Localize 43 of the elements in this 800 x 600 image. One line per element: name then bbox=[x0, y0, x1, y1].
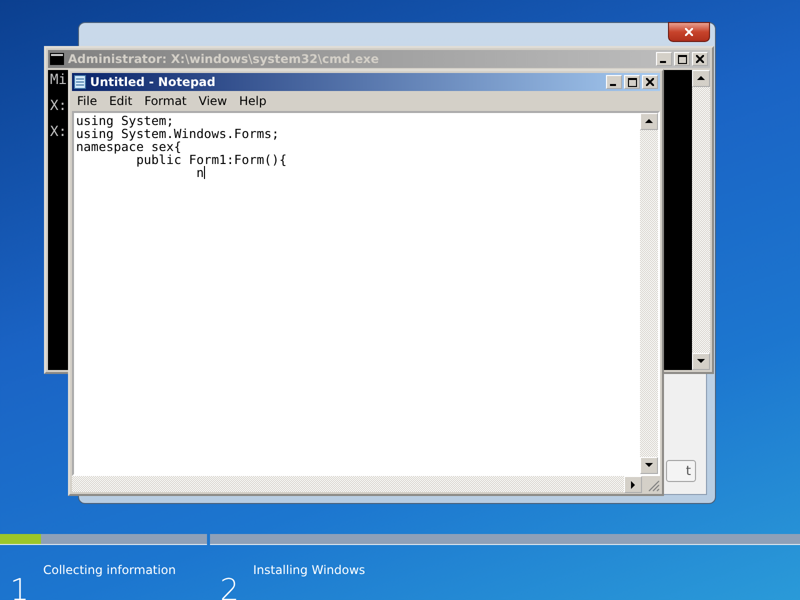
maximize-button[interactable] bbox=[674, 52, 690, 66]
menu-item[interactable]: File bbox=[72, 93, 102, 109]
console-line: X: bbox=[50, 98, 67, 114]
code-line: namespace sex{ bbox=[76, 140, 182, 153]
code-line: public Form1:Form(){ bbox=[136, 153, 287, 166]
console-line: X: bbox=[50, 124, 67, 140]
minimize-button[interactable] bbox=[606, 75, 622, 89]
scrollbar[interactable] bbox=[640, 113, 658, 474]
close-icon bbox=[646, 78, 654, 86]
resize-grip-icon[interactable] bbox=[648, 480, 660, 492]
step-label: Collecting information bbox=[43, 563, 176, 579]
scroll-down-button[interactable] bbox=[640, 457, 658, 474]
window-title: Untitled - Notepad bbox=[90, 75, 216, 89]
scroll-up-button[interactable] bbox=[692, 70, 710, 87]
scroll-right-button[interactable] bbox=[624, 476, 642, 493]
maximize-button[interactable] bbox=[624, 75, 640, 89]
step-label: Installing Windows bbox=[253, 563, 366, 579]
window-title: Administrator: X:\windows\system32\cmd.exe bbox=[68, 52, 380, 66]
next-button[interactable]: t bbox=[666, 460, 696, 482]
scrollbar[interactable] bbox=[692, 70, 710, 370]
scroll-up-button[interactable] bbox=[640, 113, 658, 130]
close-icon bbox=[696, 55, 704, 63]
code-line: n bbox=[196, 166, 205, 179]
notepad-icon bbox=[74, 75, 86, 89]
close-button[interactable] bbox=[668, 22, 710, 42]
minimize-button[interactable] bbox=[656, 52, 672, 66]
maximize-icon bbox=[678, 54, 686, 64]
console-icon bbox=[50, 53, 64, 65]
text-editor[interactable]: using System; using System.Windows.Forms; namespace sex{ public Form1:Form(){ n bbox=[72, 111, 660, 476]
step-number: 1 bbox=[10, 572, 30, 600]
menu-item[interactable]: Edit bbox=[104, 93, 138, 109]
menu-item[interactable]: View bbox=[194, 93, 232, 109]
console-line: Mi bbox=[50, 72, 67, 88]
code-line: using System.Windows.Forms; bbox=[76, 127, 280, 140]
code-line: using System; bbox=[76, 114, 174, 127]
scrollbar[interactable] bbox=[72, 476, 642, 492]
step-number: 2 bbox=[220, 572, 240, 600]
maximize-icon bbox=[628, 78, 636, 86]
close-icon bbox=[685, 28, 693, 36]
menu-item[interactable]: Help bbox=[234, 93, 272, 109]
right-arrow-icon bbox=[628, 480, 638, 490]
menu-item[interactable]: Format bbox=[139, 93, 192, 109]
scroll-down-button[interactable] bbox=[692, 353, 710, 370]
